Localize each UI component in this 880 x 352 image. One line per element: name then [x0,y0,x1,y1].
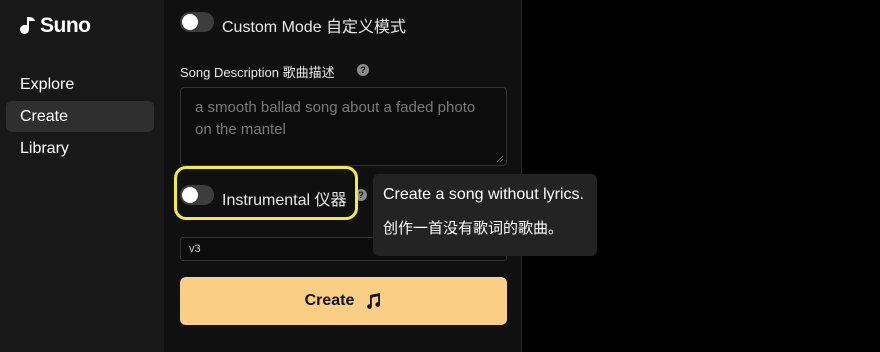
create-button-label: Create [304,292,355,309]
sidebar-item-explore[interactable]: Explore [6,69,154,100]
resize-handle-icon[interactable] [496,155,504,163]
app-name: Suno [40,14,91,37]
create-button[interactable]: Create [180,277,507,325]
sidebar-item-create[interactable]: Create [6,101,154,132]
tooltip-line-chinese: 创作一首没有歌词的歌曲。 [383,220,564,237]
instrumental-tooltip: Create a song without lyrics. 创作一首没有歌词的歌… [373,174,597,256]
question-circle-icon[interactable]: ? [357,64,369,76]
toggle-knob [182,14,198,30]
tooltip-line-english: Create a song without lyrics. [383,186,584,203]
instrumental-highlight-ring [174,166,358,220]
sidebar-item-library[interactable]: Library [6,133,154,164]
music-note-icon [367,293,381,309]
sidebar: Suno Explore Create Library [0,0,164,352]
suno-logo-icon [20,17,35,34]
song-description-placeholder: a smooth ballad song about a faded photo… [195,99,476,138]
song-description-label: Song Description 歌曲描述 [180,65,335,80]
song-description-input[interactable]: a smooth ballad song about a faded photo… [180,87,507,166]
custom-mode-label: Custom Mode 自定义模式 [222,19,407,36]
suno-logo[interactable]: Suno [18,14,91,38]
custom-mode-toggle[interactable] [180,12,214,32]
